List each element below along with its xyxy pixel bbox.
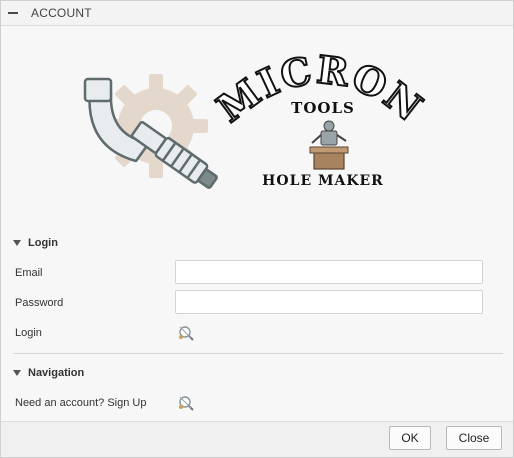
svg-text:MICRON: MICRON <box>208 51 431 131</box>
signup-label: Need an account? Sign Up <box>15 397 147 409</box>
ok-button[interactable]: OK <box>389 426 431 450</box>
logo-tagline: HOLE MAKER <box>262 173 384 189</box>
dialog-footer <box>1 421 513 457</box>
dialog-titlebar: ACCOUNT <box>1 1 513 26</box>
section-divider <box>13 353 503 354</box>
micron-tools-logo: MICRON TOOLS HOLE MAKER <box>71 45 431 201</box>
signup-command-icon[interactable] <box>177 394 195 412</box>
account-dialog: ACCOUNT MICRON TOOLS HOLE MAKER Login Em… <box>0 0 514 458</box>
login-command-icon[interactable] <box>177 324 195 342</box>
navigation-section-header[interactable]: Navigation <box>13 367 84 379</box>
login-row-label: Login <box>15 327 42 339</box>
expand-triangle-icon[interactable] <box>13 240 21 246</box>
login-section-title: Login <box>28 237 58 249</box>
email-field[interactable] <box>175 260 483 284</box>
dialog-title: ACCOUNT <box>31 6 92 20</box>
login-section-header[interactable]: Login <box>13 237 58 249</box>
password-label: Password <box>15 297 64 309</box>
robot-icon <box>309 120 349 170</box>
logo-brand-text: MICRON <box>207 45 431 132</box>
expand-triangle-icon[interactable] <box>13 370 21 376</box>
password-field[interactable] <box>175 290 483 314</box>
close-button[interactable]: Close <box>446 426 502 450</box>
collapse-icon[interactable] <box>8 12 18 14</box>
logo-subtitle: TOOLS <box>291 99 355 117</box>
email-label: Email <box>15 267 43 279</box>
navigation-section-title: Navigation <box>28 367 85 379</box>
